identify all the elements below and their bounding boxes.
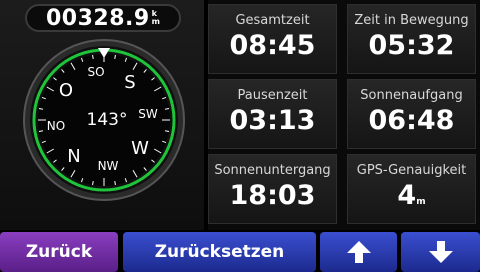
arrow-down-icon (428, 241, 453, 263)
tile-value: 03:13 (229, 105, 316, 136)
compass-label-n: N (67, 146, 80, 167)
scroll-down-button[interactable] (401, 232, 480, 272)
compass-label-w: W (131, 138, 149, 159)
tile-value: 05:32 (368, 30, 455, 61)
scroll-up-button[interactable] (320, 232, 397, 272)
odometer-value: 00328.9 (45, 5, 150, 31)
arrow-up-icon (346, 241, 371, 263)
compass-label-nw: NW (98, 159, 119, 173)
compass: SO S O SW 143° NO W N NW (22, 38, 186, 202)
tile-value: 18:03 (229, 180, 316, 211)
compass-label-so: SO (87, 65, 104, 79)
tile-label: Zeit in Bewegung (354, 13, 469, 28)
tile-value: 06:48 (368, 105, 455, 136)
compass-tick (38, 108, 44, 110)
compass-tick (114, 180, 116, 186)
compass-heading: 143° (87, 110, 128, 130)
tile-label: Gesamtzeit (235, 13, 310, 28)
tile-stopped-time[interactable]: Pausenzeit 03:13 (208, 79, 337, 149)
compass-tick (92, 180, 94, 186)
tile-label: Sonnenaufgang (360, 88, 463, 103)
tile-label: GPS-Genauigkeit (356, 163, 467, 178)
odometer: 00328.9 k m (25, 4, 181, 32)
compass-tick (164, 130, 170, 132)
compass-tick (114, 54, 116, 60)
compass-label-o: O (59, 80, 73, 101)
bottom-toolbar: Zurück Zurücksetzen (0, 230, 480, 272)
reset-button[interactable]: Zurücksetzen (123, 232, 316, 272)
tile-label: Pausenzeit (237, 88, 308, 103)
compass-label-s: S (124, 72, 135, 93)
tile-label: Sonnenuntergang (214, 163, 331, 178)
tile-value: 08:45 (229, 30, 316, 61)
tile-moving-time[interactable]: Zeit in Bewegung 05:32 (347, 4, 476, 74)
compass-panel: 00328.9 k m SO S O SW 143° NO W N NW (0, 0, 204, 230)
tile-sunrise[interactable]: Sonnenaufgang 06:48 (347, 79, 476, 149)
compass-label-sw: SW (138, 107, 158, 121)
tile-sunset[interactable]: Sonnenuntergang 18:03 (208, 154, 337, 224)
tile-total-time[interactable]: Gesamtzeit 08:45 (208, 4, 337, 74)
compass-tick (164, 108, 170, 110)
compass-tick (38, 130, 44, 132)
odometer-unit: k m (151, 9, 161, 26)
back-button[interactable]: Zurück (0, 232, 118, 272)
tile-value: 4m (397, 180, 426, 211)
tile-gps-accuracy[interactable]: GPS-Genauigkeit 4m (347, 154, 476, 224)
compass-tick (92, 54, 94, 60)
compass-label-no: NO (47, 119, 65, 133)
